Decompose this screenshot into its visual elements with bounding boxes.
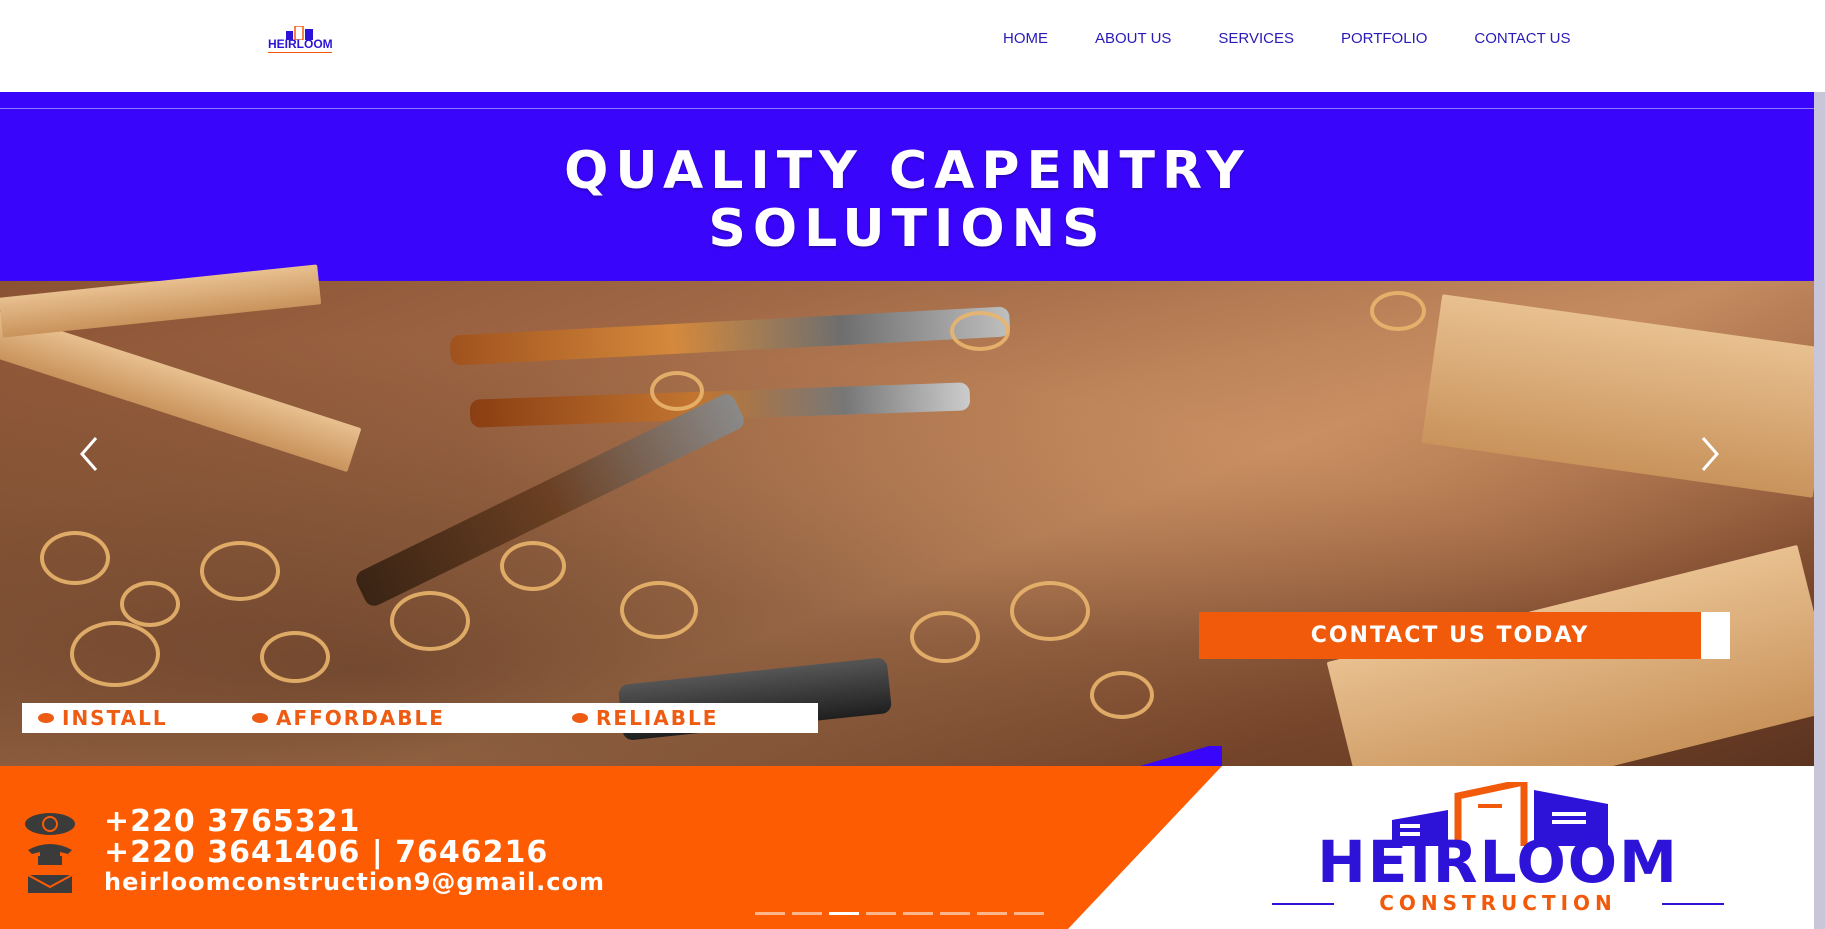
carousel-indicator[interactable] [829,912,859,915]
chisel-tool [449,306,1011,366]
wood-shaving [910,611,980,663]
carousel-indicator[interactable] [903,912,933,915]
wood-shaving [260,631,330,683]
wood-block [1421,294,1825,498]
chevron-left-icon [80,437,98,471]
wood-plank [0,311,362,473]
banner-rule [0,108,1816,109]
telephone-icon [28,844,72,865]
carousel-indicator[interactable] [977,912,1007,915]
slide-title-line-1: QUALITY CAPENTRY [564,141,1251,201]
wood-shaving [950,311,1010,351]
wood-shaving [390,591,470,651]
carousel-slide: QUALITY CAPENTRY SOLUTIONS INSTALL AFFOR… [0,92,1825,929]
carousel-next-button[interactable] [1695,432,1725,476]
nav-link-about-us[interactable]: ABOUT US [1095,30,1171,47]
slide-title-line-2: SOLUTIONS [708,199,1107,259]
site-logo[interactable]: HEIRLOOM [268,26,333,54]
carousel-indicator[interactable] [1014,912,1044,915]
wood-shaving [650,371,704,411]
wood-shaving [1090,671,1154,719]
nav-link-contact-us[interactable]: CONTACT US [1474,30,1570,47]
slide-edge [1814,92,1825,929]
benefit-affordable: AFFORDABLE [252,706,445,730]
carousel-indicators [755,912,1051,915]
slide-title: QUALITY CAPENTRY SOLUTIONS [0,142,1815,258]
wood-shaving [120,581,180,627]
phone-primary: +220 3765321 [104,804,361,839]
benefits-strip: INSTALL AFFORDABLE RELIABLE [22,703,818,733]
nav-link-services[interactable]: SERVICES [1218,30,1294,47]
email-address: heirloomconstruction9@gmail.com [104,868,605,896]
logo-text: HEIRLOOM [268,37,333,51]
nav-link-home[interactable]: HOME [1003,30,1048,47]
carousel-indicator[interactable] [755,912,785,915]
whatsapp-icon [25,813,75,835]
site-header: HEIRLOOM HOME ABOUT US SERVICES PORTFOLI… [0,0,1825,92]
contact-us-today-button[interactable]: CONTACT US TODAY [1199,612,1701,659]
logo-sub-text: CONSTRUCTION [1379,891,1617,915]
wood-shaving [1370,291,1426,331]
carpentry-photo [0,264,1825,828]
wood-shaving [620,581,698,639]
carousel-indicator[interactable] [940,912,970,915]
logo-brand-text: HEIRLOOM [1317,828,1679,896]
benefit-install: INSTALL [38,706,168,730]
logo-underline [268,52,332,53]
phone-secondary: +220 3641406 | 7646216 [104,835,549,870]
wood-shaving [500,541,566,591]
chevron-right-icon [1701,437,1719,471]
wood-shaving [200,541,280,601]
carousel-prev-button[interactable] [74,432,104,476]
benefit-reliable: RELIABLE [572,706,718,730]
nav-link-portfolio[interactable]: PORTFOLIO [1341,30,1427,47]
cta-accent [1701,612,1730,659]
envelope-icon [27,874,73,893]
heirloom-construction-logo: HEIRLOOM CONSTRUCTION [1272,782,1724,922]
logo-rule-right [1662,903,1724,905]
wood-shaving [1010,581,1090,641]
hero-carousel: QUALITY CAPENTRY SOLUTIONS INSTALL AFFOR… [0,92,1825,929]
main-navigation: HOME ABOUT US SERVICES PORTFOLIO CONTACT… [1003,30,1571,47]
carousel-indicator[interactable] [866,912,896,915]
cta-label: CONTACT US TODAY [1310,623,1590,648]
wood-shaving [40,531,110,585]
carousel-indicator[interactable] [792,912,822,915]
wood-shaving [70,621,160,687]
